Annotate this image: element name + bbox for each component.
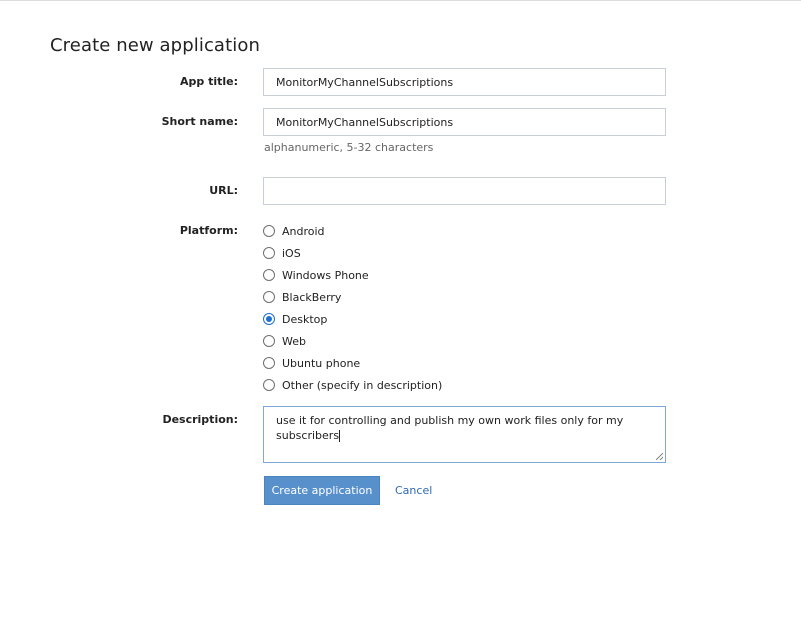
- app-title-input[interactable]: [263, 68, 666, 96]
- platform-option-other[interactable]: Other (specify in description): [263, 377, 442, 393]
- platform-option-label: iOS: [282, 246, 301, 260]
- radio-button[interactable]: [263, 291, 275, 303]
- text-cursor: [339, 430, 341, 442]
- platform-label: Platform:: [179, 224, 238, 237]
- radio-button-checked[interactable]: [263, 313, 275, 325]
- platform-option-label: Windows Phone: [282, 268, 369, 282]
- description-textarea[interactable]: use it for controlling and publish my ow…: [263, 406, 666, 463]
- radio-button[interactable]: [263, 379, 275, 391]
- top-divider: [0, 0, 801, 1]
- short-name-hint: alphanumeric, 5-32 characters: [264, 141, 434, 154]
- platform-option-label: Other (specify in description): [282, 378, 443, 392]
- platform-option-web[interactable]: Web: [263, 333, 306, 349]
- platform-option-ubuntu-phone[interactable]: Ubuntu phone: [263, 355, 360, 371]
- radio-button[interactable]: [263, 357, 275, 369]
- platform-option-label: Desktop: [282, 312, 328, 326]
- radio-button[interactable]: [263, 225, 275, 237]
- description-text: use it for controlling and publish my ow…: [276, 414, 624, 442]
- description-label: Description:: [162, 413, 238, 426]
- app-title-label: App title:: [179, 75, 238, 88]
- cancel-link[interactable]: Cancel: [395, 484, 432, 497]
- platform-option-label: Ubuntu phone: [282, 356, 361, 370]
- url-input[interactable]: [263, 177, 666, 205]
- platform-option-label: Android: [282, 224, 325, 238]
- platform-option-label: Web: [282, 334, 306, 348]
- platform-option-ios[interactable]: iOS: [263, 245, 301, 261]
- create-application-button[interactable]: Create application: [264, 476, 380, 505]
- url-label: URL:: [209, 184, 238, 197]
- platform-option-blackberry[interactable]: BlackBerry: [263, 289, 341, 305]
- platform-option-label: BlackBerry: [282, 290, 342, 304]
- radio-button[interactable]: [263, 335, 275, 347]
- platform-option-desktop[interactable]: Desktop: [263, 311, 327, 327]
- platform-option-windows-phone[interactable]: Windows Phone: [263, 267, 369, 283]
- short-name-input[interactable]: [263, 108, 666, 136]
- resize-grip-icon[interactable]: [656, 453, 663, 460]
- radio-button[interactable]: [263, 247, 275, 259]
- page-title: Create new application: [50, 35, 260, 56]
- radio-button[interactable]: [263, 269, 275, 281]
- short-name-label: Short name:: [161, 115, 238, 128]
- platform-option-android[interactable]: Android: [263, 223, 325, 239]
